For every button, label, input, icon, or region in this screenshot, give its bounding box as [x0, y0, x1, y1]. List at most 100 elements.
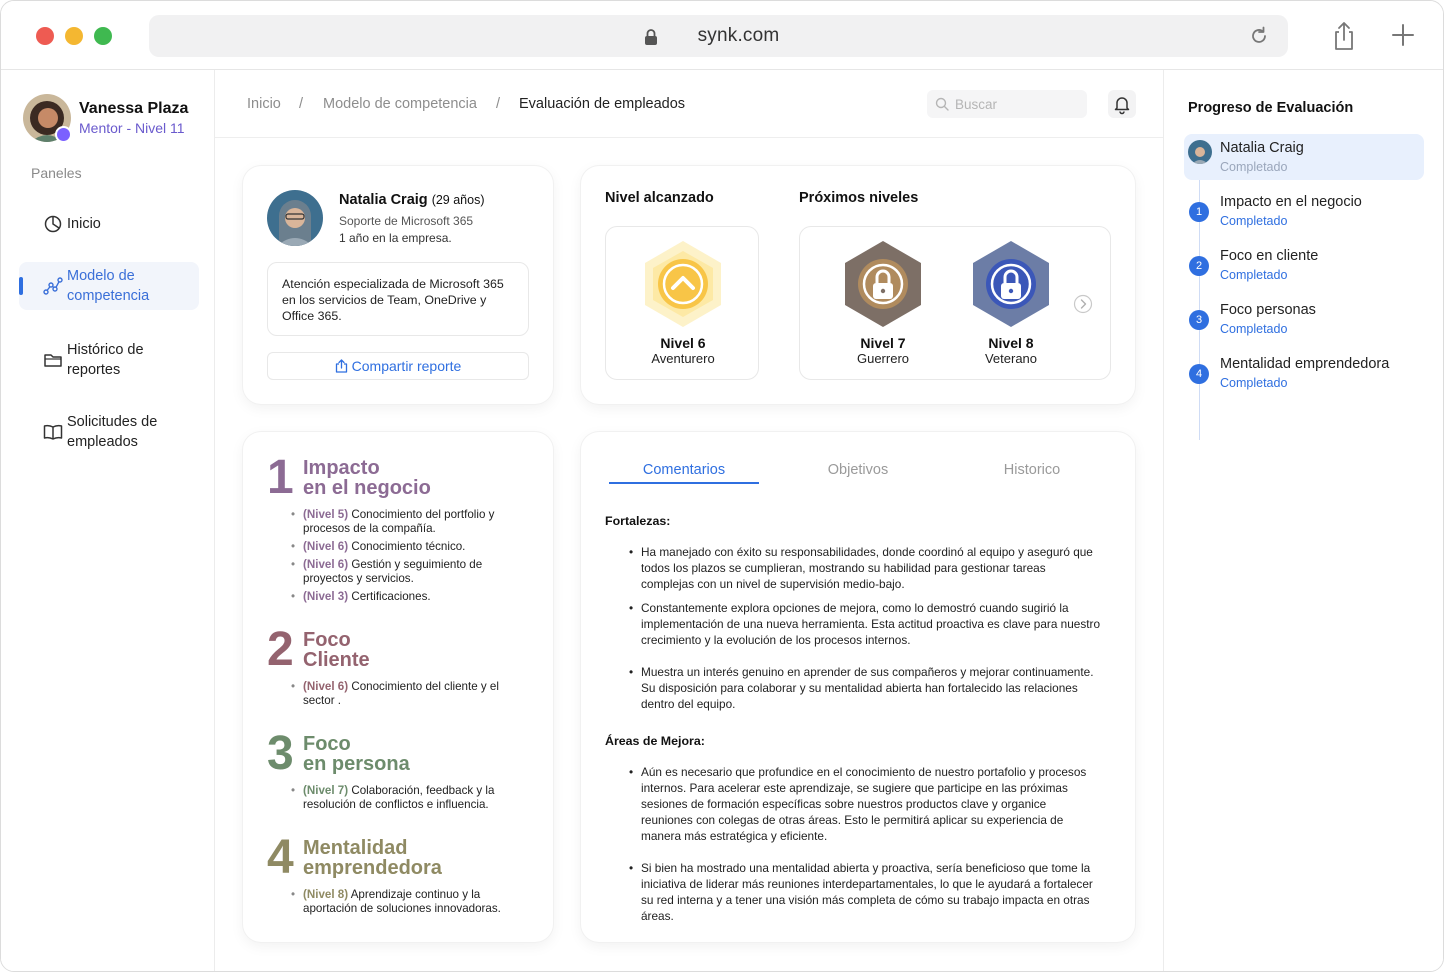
next-levels-title: Próximos niveles: [799, 190, 919, 206]
competency-title: Mentalidad emprendedora: [303, 838, 442, 878]
item-level: (Nivel 6): [303, 540, 349, 553]
employee-name: Natalia Craig: [339, 192, 428, 208]
strengths-list: Ha manejado con éxito su responsabilidad…: [629, 544, 1101, 712]
browser-window: synk.com Vanessa Plaza Mentor - Nivel 11…: [0, 0, 1444, 972]
employee-profile-card: Natalia Craig (29 años) Soporte de Micro…: [243, 166, 553, 404]
minimize-window-button[interactable]: [65, 27, 83, 45]
next-levels-box: Nivel 7 Guerrero Nivel 8 Veterano: [799, 226, 1111, 380]
progress-step-employee[interactable]: Natalia Craig Completado: [1184, 134, 1424, 180]
reached-level-title: Nivel alcanzado: [605, 190, 714, 206]
reached-level-box: Nivel 6 Aventurero: [605, 226, 759, 380]
step-number: 3: [1189, 310, 1209, 330]
competency-items: (Nivel 5) Conocimiento del portfolio y p…: [291, 508, 527, 608]
user-role: Mentor - Nivel 11: [79, 120, 185, 136]
competency-4: 4 Mentalidad emprendedora (Nivel 8) Apre…: [267, 834, 537, 924]
breadcrumb-item-current: Evaluación de empleados: [519, 96, 686, 112]
sidebar-item-label: Modelo de competencia: [67, 268, 150, 304]
competency-items: (Nivel 8) Aprendizaje continuo y la apor…: [291, 888, 523, 920]
sidebar: Vanessa Plaza Mentor - Nivel 11 Paneles …: [1, 70, 215, 971]
reload-icon[interactable]: [1248, 25, 1270, 47]
pie-chart-icon: [44, 215, 62, 233]
progress-step-1[interactable]: 1 Impacto en el negocio Completado: [1184, 188, 1424, 234]
maximize-window-button[interactable]: [94, 27, 112, 45]
sidebar-item-solicitudes-de-empleados[interactable]: Solicitudes de empleados: [19, 408, 199, 456]
item-level: (Nivel 3): [303, 590, 349, 603]
notifications-button[interactable]: [1108, 90, 1136, 118]
competency-number: 2: [267, 623, 294, 676]
step-number: 2: [1189, 256, 1209, 276]
book-icon: [43, 424, 63, 440]
progress-title: Progreso de Evaluación: [1188, 100, 1354, 116]
comments-card: Comentarios Objetivos Historico Fortalez…: [581, 432, 1135, 942]
tab-comentarios[interactable]: Comentarios: [609, 462, 759, 478]
employee-age: (29 años): [431, 193, 485, 207]
breadcrumb-item-inicio[interactable]: Inicio: [247, 96, 281, 112]
active-tab-indicator: [609, 482, 759, 484]
employee-role: Soporte de Microsoft 365: [339, 214, 474, 228]
competency-1: 1 Impacto en el negocio (Nivel 5) Conoci…: [267, 454, 537, 614]
share-icon[interactable]: [1331, 21, 1357, 51]
chevron-right-icon[interactable]: [1073, 294, 1093, 314]
competencies-card: 1 Impacto en el negocio (Nivel 5) Conoci…: [243, 432, 553, 942]
reached-level-name: Nivel 6: [660, 335, 706, 351]
list-item: (Nivel 8) Aprendizaje continuo y la apor…: [291, 888, 523, 916]
share-report-button[interactable]: Compartir reporte: [267, 352, 529, 380]
list-item: Constantemente explora opciones de mejor…: [629, 600, 1101, 648]
progress-step-2[interactable]: 2 Foco en cliente Completado: [1184, 242, 1424, 288]
search-input[interactable]: [927, 90, 1087, 118]
list-item: Muestra un interés genuino en aprender d…: [629, 664, 1101, 712]
search-icon: [935, 97, 949, 111]
sidebar-item-label: Solicitudes de empleados: [67, 414, 158, 450]
list-item: (Nivel 7) Colaboración, feedback y la re…: [291, 784, 517, 812]
employee-tenure: 1 año en la empresa.: [339, 231, 452, 245]
next-level-8-sub: Veterano: [984, 351, 1038, 366]
progress-step-4[interactable]: 4 Mentalidad emprendedora Completado: [1184, 350, 1424, 396]
step-status: Completado: [1220, 376, 1288, 390]
breadcrumb-separator: /: [299, 96, 304, 112]
user-name: Vanessa Plaza: [79, 100, 189, 117]
competency-title-line: Cliente: [303, 649, 370, 671]
url-text: synk.com: [697, 25, 780, 46]
list-item: (Nivel 6) Conocimiento del cliente y el …: [291, 680, 503, 708]
step-label: Foco personas: [1220, 302, 1316, 318]
bell-icon: [1114, 97, 1130, 115]
breadcrumb-item-modelo[interactable]: Modelo de competencia: [323, 96, 477, 112]
competency-number: 1: [267, 451, 294, 504]
competency-number: 4: [267, 831, 294, 884]
step-label: Mentalidad emprendedora: [1220, 356, 1390, 372]
sidebar-item-modelo-de-competencia[interactable]: Modelo de competencia: [19, 262, 199, 310]
competency-items: (Nivel 6) Conocimiento del cliente y el …: [291, 680, 503, 712]
top-bar: Inicio / Modelo de competencia / Evaluac…: [215, 70, 1163, 138]
competency-title: Foco Cliente: [303, 630, 370, 670]
tab-objetivos[interactable]: Objetivos: [783, 462, 933, 478]
employee-name-line: Natalia Craig (29 años): [339, 192, 485, 208]
sidebar-item-inicio[interactable]: Inicio: [19, 208, 199, 240]
reached-level-sub: Aventurero: [651, 351, 715, 366]
list-item: (Nivel 6) Gestión y seguimiento de proye…: [291, 558, 527, 586]
list-item: (Nivel 5) Conocimiento del portfolio y p…: [291, 508, 527, 536]
item-level: (Nivel 5): [303, 508, 349, 521]
step-status: Completado: [1220, 322, 1288, 336]
tab-historico[interactable]: Historico: [957, 462, 1107, 478]
progress-step-3[interactable]: 3 Foco personas Completado: [1184, 296, 1424, 342]
folder-icon: [44, 354, 62, 367]
evaluation-progress-panel: Progreso de Evaluación Natalia Craig Com…: [1163, 70, 1443, 971]
item-level: (Nivel 6): [303, 680, 349, 693]
competency-title-line: emprendedora: [303, 857, 442, 879]
new-tab-icon[interactable]: [1391, 23, 1415, 47]
breadcrumb-separator: /: [496, 96, 501, 112]
step-status: Completado: [1220, 214, 1288, 228]
step-label: Foco en cliente: [1220, 248, 1319, 264]
mentor-badge-icon: [55, 126, 72, 143]
competency-title-line: en persona: [303, 753, 410, 775]
step-status: Completado: [1220, 160, 1288, 174]
close-window-button[interactable]: [36, 27, 54, 45]
competency-2: 2 Foco Cliente (Nivel 6) Conocimiento de…: [267, 626, 537, 716]
competency-title: Impacto en el negocio: [303, 458, 431, 498]
list-item: (Nivel 6) Conocimiento técnico.: [291, 540, 527, 554]
item-text: Conocimiento técnico.: [351, 540, 466, 553]
competency-title-line: Mentalidad: [303, 837, 408, 859]
sidebar-item-historico-de-reportes[interactable]: Histórico de reportes: [19, 336, 199, 384]
address-bar[interactable]: synk.com: [149, 15, 1288, 57]
level-7-locked-badge-icon: [845, 241, 921, 327]
